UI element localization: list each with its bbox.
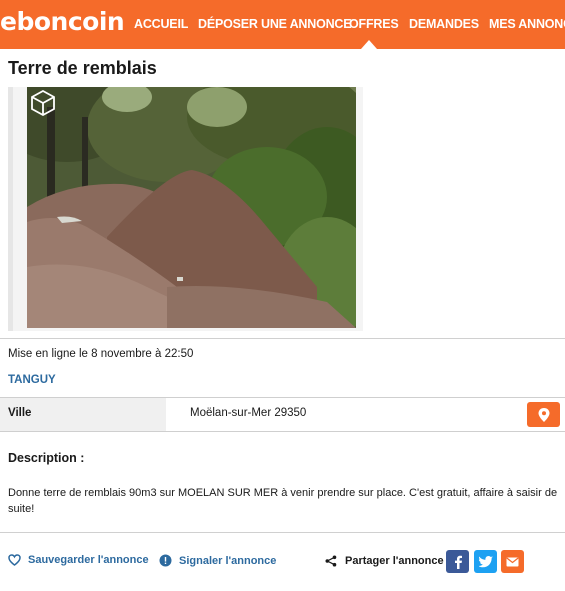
description-heading: Description : [8,451,85,465]
map-button[interactable] [527,402,560,427]
share-facebook-button[interactable] [446,550,469,573]
share-email-button[interactable] [501,550,524,573]
report-ad-button[interactable]: Signaler l'annonce [159,554,276,567]
nav-mes-annonces[interactable]: MES ANNONCES [489,17,565,31]
seller-name[interactable]: TANGUY [8,374,56,386]
mail-icon [506,557,519,566]
location-row: Ville Moëlan-sur-Mer 29350 [0,397,565,432]
facebook-icon [454,555,462,569]
cube-3d-icon [30,89,56,117]
nav-offres[interactable]: OFFRES [349,17,399,31]
nav-deposer-annonce[interactable]: DÉPOSER UNE ANNONCE [198,17,352,31]
location-label-cell: Ville [0,398,166,431]
share-twitter-button[interactable] [474,550,497,573]
save-ad-label: Sauvegarder l'annonce [28,554,149,566]
heart-icon [8,554,21,566]
location-label: Ville [8,407,32,419]
gallery-scroll-strip[interactable] [8,87,13,331]
nav-accueil[interactable]: ACCUEIL [134,17,188,31]
share-label: Partager l'annonce [345,555,444,567]
site-logo[interactable]: eboncoin [0,7,125,36]
active-nav-indicator [361,40,377,49]
publish-date: Mise en ligne le 8 novembre à 22:50 [8,348,194,360]
report-ad-label: Signaler l'annonce [179,554,277,567]
top-navigation-bar: eboncoin ACCUEIL DÉPOSER UNE ANNONCE OFF… [0,0,565,49]
ad-photo[interactable] [27,87,356,328]
section-divider [0,532,565,533]
share-icon [325,555,337,567]
ad-title: Terre de remblais [8,58,157,78]
description-text: Donne terre de remblais 90m3 sur MOELAN … [8,487,558,515]
location-value: Moëlan-sur-Mer 29350 [190,407,307,419]
save-ad-button[interactable]: Sauvegarder l'annonce [8,554,149,566]
section-divider [0,338,565,339]
twitter-icon [478,555,493,567]
share-ad[interactable]: Partager l'annonce [325,555,444,567]
alert-icon [159,554,172,567]
map-pin-icon [538,407,549,422]
nav-demandes[interactable]: DEMANDES [409,17,479,31]
